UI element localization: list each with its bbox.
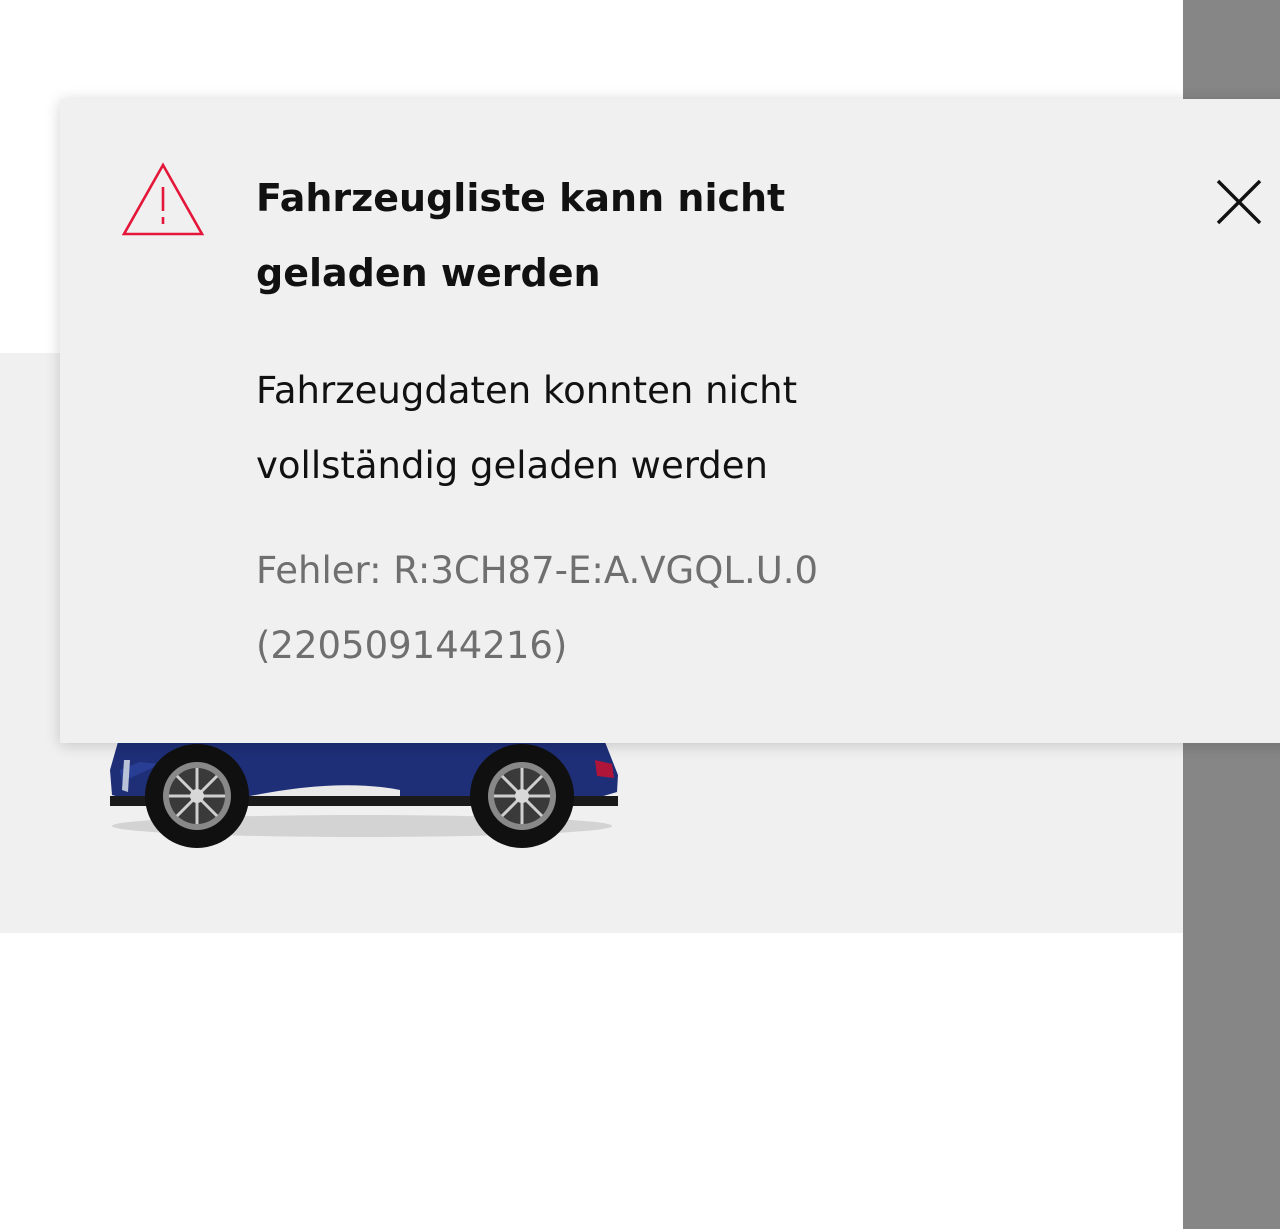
warning-triangle-icon (121, 162, 205, 236)
error-message-line-2: vollständig geladen werden (256, 444, 768, 487)
error-message: Fahrzeugdaten konnten nicht vollständig … (256, 353, 956, 503)
error-title-line-1: Fahrzeugliste kann nicht (256, 176, 786, 220)
error-title: Fahrzeugliste kann nicht geladen werden (256, 161, 896, 311)
error-code-line-2: (220509144216) (256, 624, 568, 667)
error-title-line-2: geladen werden (256, 251, 601, 295)
error-message-line-1: Fahrzeugdaten konnten nicht (256, 369, 798, 412)
error-code: Fehler: R:3CH87-E:A.VGQL.U.0 (2205091442… (256, 533, 1016, 683)
close-button[interactable] (1212, 175, 1268, 231)
app-screen: Fahrzeugliste kann nicht geladen werden … (0, 0, 1280, 1229)
close-icon (1216, 179, 1262, 225)
error-code-line-1: Fehler: R:3CH87-E:A.VGQL.U.0 (256, 549, 819, 592)
error-notification: Fahrzeugliste kann nicht geladen werden … (60, 99, 1280, 743)
